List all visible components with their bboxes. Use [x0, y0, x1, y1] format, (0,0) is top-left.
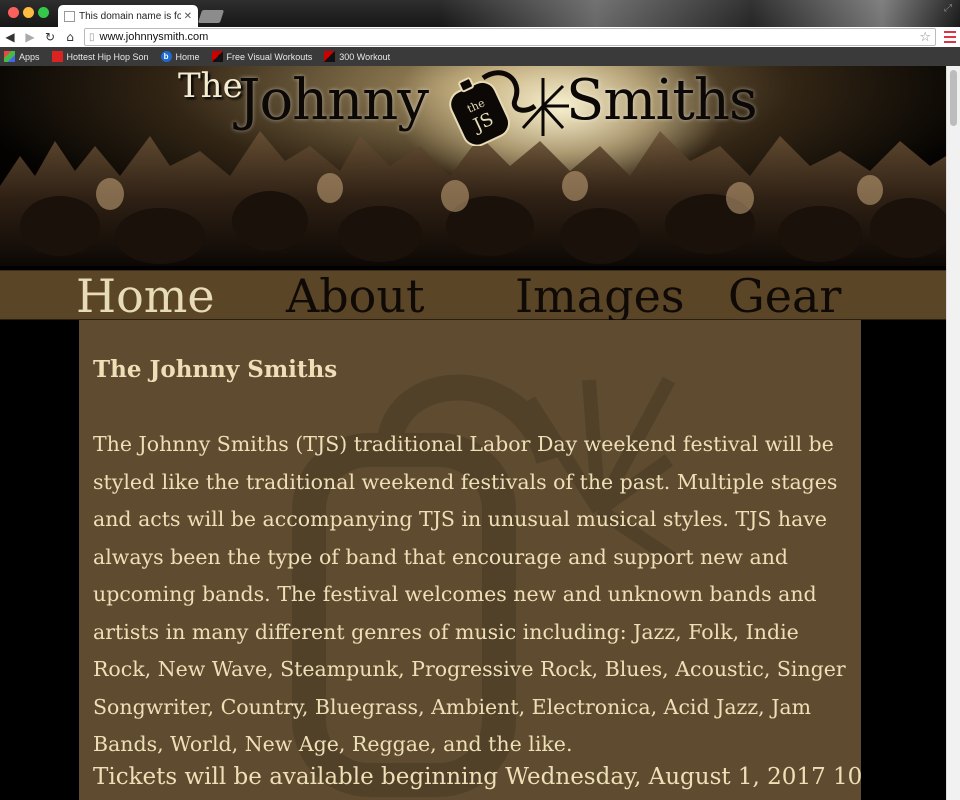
url-text[interactable]: www.johnnysmith.com — [100, 31, 920, 43]
workout-icon — [324, 51, 336, 62]
bookmark-label: Apps — [19, 51, 40, 62]
minimize-window-button[interactable] — [23, 7, 34, 18]
bookmarks-bar: Apps Hottest Hip Hop Son b Home Free Vis… — [0, 47, 960, 66]
zoom-window-button[interactable] — [38, 7, 49, 18]
scrollbar-thumb[interactable] — [950, 70, 957, 126]
reload-icon[interactable]: ↻ — [40, 30, 60, 44]
browser-tab-bar: This domain name is for fo ✕ ⤢ — [0, 0, 960, 27]
address-bar[interactable]: ▯ www.johnnysmith.com ☆ — [84, 28, 936, 46]
browser-toolbar: ◀ ▶ ↻ ⌂ ▯ www.johnnysmith.com ☆ — [0, 27, 960, 47]
new-tab-button[interactable] — [197, 10, 225, 23]
page-scrollbar[interactable] — [946, 66, 960, 800]
browser-menu-icon[interactable] — [944, 31, 956, 43]
window-background-photo — [440, 0, 960, 27]
page-heading: The Johnny Smiths — [93, 356, 338, 383]
forward-arrow-icon[interactable]: ▶ — [20, 30, 40, 44]
home-icon[interactable]: ⌂ — [60, 30, 80, 44]
nav-about-link[interactable]: About — [286, 269, 424, 323]
close-window-button[interactable] — [8, 7, 19, 18]
main-navigation: Home About Images Gear — [0, 269, 946, 323]
active-tab[interactable]: This domain name is for fo ✕ — [58, 5, 198, 27]
nav-home-link[interactable]: Home — [76, 269, 215, 323]
back-arrow-icon[interactable]: ◀ — [0, 30, 20, 44]
bookmark-free-visual-workouts[interactable]: Free Visual Workouts — [211, 51, 313, 62]
hiphop-icon — [51, 51, 63, 62]
logo-the-text: The — [178, 66, 243, 106]
festival-description: The Johnny Smiths (TJS) traditional Labo… — [93, 432, 846, 756]
band-emblem-icon: the JS — [449, 70, 569, 146]
bookmark-label: Free Visual Workouts — [226, 51, 313, 62]
main-content-panel: The Johnny Smiths The Johnny Smiths (TJS… — [79, 320, 861, 800]
logo-smiths-text: Smiths — [566, 68, 758, 133]
bookmark-label: Home — [175, 51, 200, 62]
fullscreen-icon[interactable]: ⤢ — [944, 3, 952, 14]
logo-johnny-text: Johnny — [238, 68, 429, 133]
bookmark-label: Hottest Hip Hop Son — [66, 51, 149, 62]
workout-icon — [211, 51, 223, 62]
bookmark-apps[interactable]: Apps — [4, 51, 40, 62]
bookmark-star-icon[interactable]: ☆ — [919, 30, 931, 45]
nav-images-link[interactable]: Images — [515, 269, 685, 323]
web-page: The Johnny the JS Smiths Home About Imag… — [0, 66, 946, 800]
apps-grid-icon — [4, 51, 15, 62]
tickets-announcement: Tickets will be available beginning Wedn… — [93, 764, 861, 790]
bookmark-300-workout[interactable]: 300 Workout — [324, 51, 390, 62]
tab-title: This domain name is for fo — [79, 10, 181, 22]
page-favicon-icon — [64, 10, 75, 22]
page-icon: ▯ — [89, 31, 95, 43]
close-tab-icon[interactable]: ✕ — [184, 11, 192, 22]
nav-gear-link[interactable]: Gear — [728, 269, 841, 323]
bing-icon: b — [160, 51, 172, 62]
bookmark-home[interactable]: b Home — [160, 51, 200, 62]
header-banner: The Johnny the JS Smiths — [0, 66, 946, 266]
bookmark-hottest-hip-hop[interactable]: Hottest Hip Hop Son — [51, 51, 149, 62]
bookmark-label: 300 Workout — [339, 51, 391, 62]
